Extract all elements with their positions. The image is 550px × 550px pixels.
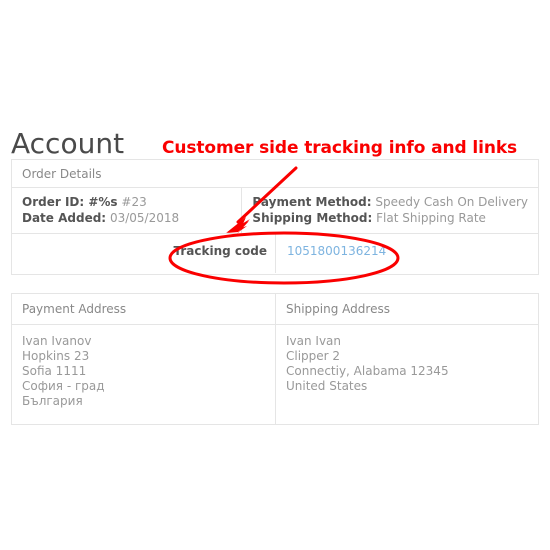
- address-panel: Payment Address Shipping Address Ivan Iv…: [11, 293, 539, 425]
- payment-method-value: Speedy Cash On Delivery: [375, 195, 528, 209]
- shipping-address-line: Ivan Ivan: [286, 334, 342, 348]
- annotation-shapes: [168, 166, 400, 285]
- shipping-address-header: Shipping Address: [286, 302, 390, 316]
- payment-address-line: Hopkins 23: [22, 349, 90, 363]
- order-details-header: Order Details: [12, 160, 538, 188]
- annotation-callout-text: Customer side tracking info and links: [162, 138, 518, 158]
- annotation-overlay: Customer side tracking info and links: [0, 0, 550, 550]
- tracking-code-label: Tracking code: [12, 234, 276, 273]
- order-id-line: Order ID: #%s #23: [22, 194, 231, 210]
- date-added-label: Date Added:: [22, 211, 107, 225]
- payment-address-header: Payment Address: [12, 294, 276, 324]
- payment-method-label: Payment Method:: [252, 195, 372, 209]
- address-header-row: Payment Address Shipping Address: [12, 294, 538, 325]
- shipping-address-line: United States: [286, 379, 368, 393]
- payment-address-line: София - град: [22, 379, 105, 393]
- order-id-value: #23: [121, 195, 147, 209]
- shipping-address-line: Connectiy, Alabama 12345: [286, 364, 449, 378]
- payment-address-line: Ivan Ivanov: [22, 334, 92, 348]
- date-added-line: Date Added: 03/05/2018: [22, 210, 231, 226]
- date-added-value: 03/05/2018: [109, 211, 180, 225]
- shipping-address-cell: Ivan Ivan Clipper 2 Connectiy, Alabama 1…: [276, 325, 538, 424]
- payment-address-line: България: [22, 394, 83, 408]
- order-id-label: Order ID: #%s: [22, 195, 118, 209]
- order-details-body: Order ID: #%s #23 Date Added: 03/05/2018…: [12, 188, 538, 234]
- address-body-row: Ivan Ivanov Hopkins 23 Sofia 1111 София …: [12, 325, 538, 424]
- order-details-panel: Order Details Order ID: #%s #23 Date Add…: [11, 159, 539, 275]
- payment-address-cell: Ivan Ivanov Hopkins 23 Sofia 1111 София …: [12, 325, 276, 424]
- payment-address-line: Sofia 1111: [22, 364, 87, 378]
- page-title: Account: [11, 126, 125, 160]
- tracking-code-value-cell: 1051800136214: [276, 234, 538, 273]
- shipping-method-value: Flat Shipping Rate: [376, 211, 486, 225]
- shipping-method-label: Shipping Method:: [252, 211, 373, 225]
- order-details-left-column: Order ID: #%s #23 Date Added: 03/05/2018: [12, 188, 243, 233]
- shipping-method-line: Shipping Method: Flat Shipping Rate: [252, 210, 528, 226]
- tracking-code-link[interactable]: 1051800136214: [287, 244, 386, 258]
- order-details-right-column: Payment Method: Speedy Cash On Delivery …: [242, 188, 538, 233]
- account-order-page: Account Order Details Order ID: #%s #23 …: [0, 0, 550, 550]
- shipping-address-line: Clipper 2: [286, 349, 341, 363]
- payment-method-line: Payment Method: Speedy Cash On Delivery: [252, 194, 528, 210]
- tracking-row: Tracking code 1051800136214: [12, 234, 538, 273]
